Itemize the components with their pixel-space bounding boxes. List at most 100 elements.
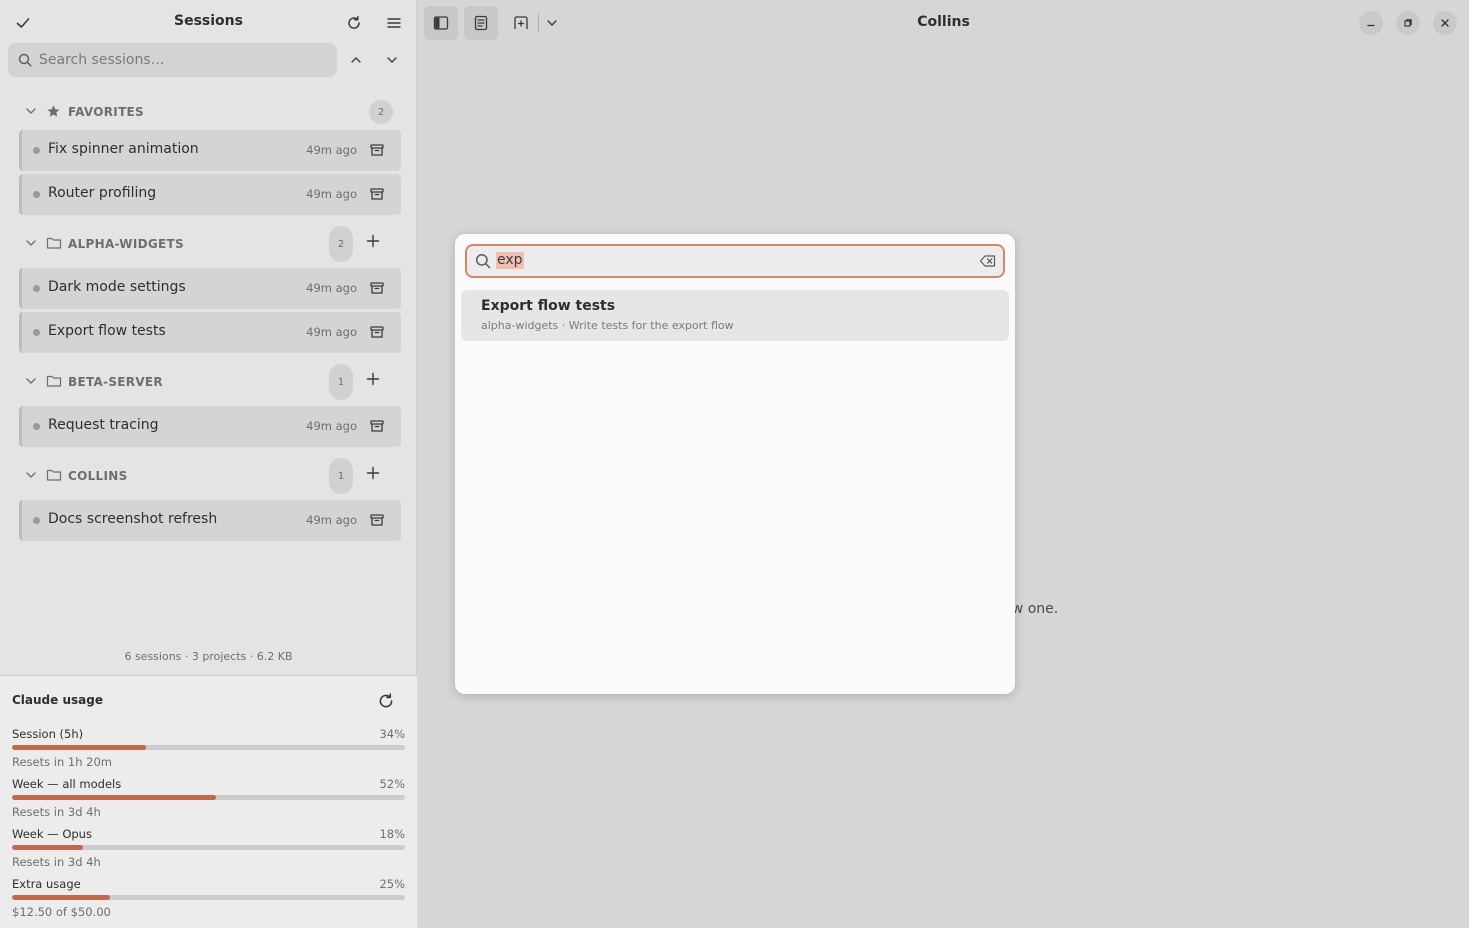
minimize-icon: [1367, 24, 1375, 27]
usage-label: Extra usage: [12, 877, 81, 891]
usage-progress-bar: [12, 895, 405, 900]
group-name: ALPHA-WIDGETS: [68, 237, 184, 251]
palette-search-input[interactable]: exp: [465, 244, 1005, 278]
usage-panel: Claude usage Session (5h) 34% Resets in …: [0, 675, 417, 928]
add-session-icon[interactable]: [366, 372, 380, 386]
usage-item-session: Session (5h) 34% Resets in 1h 20m: [12, 727, 405, 777]
usage-percent: 34%: [379, 727, 405, 741]
sidebar-stats: 6 sessions · 3 projects · 6.2 KB: [124, 650, 293, 663]
archive-icon[interactable]: [370, 143, 384, 157]
usage-reset-text: $12.50 of $50.00: [12, 905, 111, 919]
search-icon: [18, 53, 32, 67]
session-title: Docs screenshot refresh: [48, 511, 218, 527]
status-dot: [33, 329, 40, 336]
folder-icon: [46, 469, 62, 481]
session-row[interactable]: Dark mode settings 49m ago: [19, 268, 401, 309]
session-row[interactable]: Docs screenshot refresh 49m ago: [19, 500, 401, 541]
folder-icon: [46, 237, 62, 249]
hamburger-menu-icon: [387, 18, 401, 28]
group-header-beta-server[interactable]: BETA-SERVER 1: [0, 362, 417, 402]
window-title: Collins: [917, 14, 970, 30]
close-icon: [1441, 19, 1449, 27]
usage-progress-fill: [12, 745, 146, 750]
session-title: Request tracing: [48, 417, 159, 433]
usage-title: Claude usage: [12, 693, 103, 707]
group-name: FAVORITES: [68, 105, 145, 119]
group-count-badge: 1: [329, 458, 353, 494]
session-row[interactable]: Request tracing 49m ago: [19, 406, 401, 447]
search-placeholder: Search sessions…: [39, 52, 165, 68]
usage-percent: 18%: [379, 827, 405, 841]
session-time: 49m ago: [306, 513, 357, 527]
refresh-icon[interactable]: [377, 692, 395, 710]
session-time: 49m ago: [306, 187, 357, 201]
usage-progress-fill: [12, 795, 217, 800]
usage-percent: 52%: [379, 777, 405, 791]
result-title: Export flow tests: [481, 298, 616, 314]
chevron-down-icon: [26, 108, 36, 114]
session-row[interactable]: Fix spinner animation 49m ago: [19, 130, 401, 171]
usage-reset-text: Resets in 3d 4h: [12, 855, 101, 869]
session-title: Export flow tests: [48, 323, 166, 339]
archive-icon[interactable]: [370, 513, 384, 527]
session-time: 49m ago: [306, 143, 357, 157]
usage-label: Week — all models: [12, 777, 122, 791]
minimize-button[interactable]: [1359, 11, 1383, 35]
header-bar: Collins: [418, 0, 1469, 46]
group-count-badge: 1: [329, 364, 353, 400]
session-row[interactable]: Export flow tests 49m ago: [19, 312, 401, 353]
search-result-item[interactable]: Export flow tests alpha-widgets · Write …: [461, 290, 1009, 341]
usage-progress-bar: [12, 845, 405, 850]
usage-progress-bar: [12, 745, 405, 750]
status-dot: [33, 285, 40, 292]
maximize-button[interactable]: [1396, 11, 1420, 35]
usage-progress-bar: [12, 795, 405, 800]
group-header-favorites[interactable]: FAVORITES 2: [0, 92, 417, 132]
usage-label: Session (5h): [12, 727, 84, 741]
archive-icon[interactable]: [370, 187, 384, 201]
add-session-icon[interactable]: [366, 466, 380, 480]
group-header-collins[interactable]: COLLINS 1: [0, 456, 417, 496]
chevron-down-icon: [26, 378, 36, 384]
archive-icon[interactable]: [370, 281, 384, 295]
session-title: Dark mode settings: [48, 279, 186, 295]
clear-input-icon[interactable]: [979, 253, 997, 269]
usage-progress-fill: [12, 845, 83, 850]
group-header-alpha-widgets[interactable]: ALPHA-WIDGETS 2: [0, 224, 417, 264]
chevron-down-icon: [26, 240, 36, 246]
usage-item-extra: Extra usage 25% $12.50 of $50.00: [12, 877, 405, 927]
usage-item-week-opus: Week — Opus 18% Resets in 3d 4h: [12, 827, 405, 877]
usage-progress-fill: [12, 895, 111, 900]
add-session-icon[interactable]: [366, 234, 380, 248]
session-row[interactable]: Router profiling 49m ago: [19, 174, 401, 215]
usage-percent: 25%: [379, 877, 405, 891]
usage-item-week-all: Week — all models 52% Resets in 3d 4h: [12, 777, 405, 827]
folder-icon: [46, 375, 62, 387]
star-icon: [47, 105, 60, 117]
refresh-button[interactable]: [341, 10, 367, 36]
sessions-sidebar: Sessions Search sessions… FAVORITES 2 Fi…: [0, 0, 417, 928]
usage-reset-text: Resets in 3d 4h: [12, 805, 101, 819]
status-dot: [33, 517, 40, 524]
session-time: 49m ago: [306, 419, 357, 433]
previous-match-button[interactable]: [344, 47, 368, 73]
group-count-badge: 2: [369, 100, 393, 124]
session-time: 49m ago: [306, 281, 357, 295]
palette-query-text: exp: [496, 252, 524, 269]
refresh-icon: [348, 16, 360, 29]
close-button[interactable]: [1433, 11, 1457, 35]
archive-icon[interactable]: [370, 419, 384, 433]
session-search-palette: exp Export flow tests alpha-widgets · Wr…: [455, 234, 1015, 694]
usage-label: Week — Opus: [12, 827, 92, 841]
archive-icon[interactable]: [370, 325, 384, 339]
chevron-up-icon: [351, 57, 361, 63]
session-title: Fix spinner animation: [48, 141, 199, 157]
menu-button[interactable]: [381, 10, 407, 36]
chevron-down-icon: [26, 472, 36, 478]
sidebar-header: Sessions: [0, 0, 417, 44]
next-match-button[interactable]: [380, 47, 404, 73]
group-name: BETA-SERVER: [68, 375, 163, 389]
restore-icon: [1404, 19, 1412, 27]
search-icon: [475, 253, 491, 269]
search-sessions-field[interactable]: Search sessions…: [8, 43, 337, 77]
